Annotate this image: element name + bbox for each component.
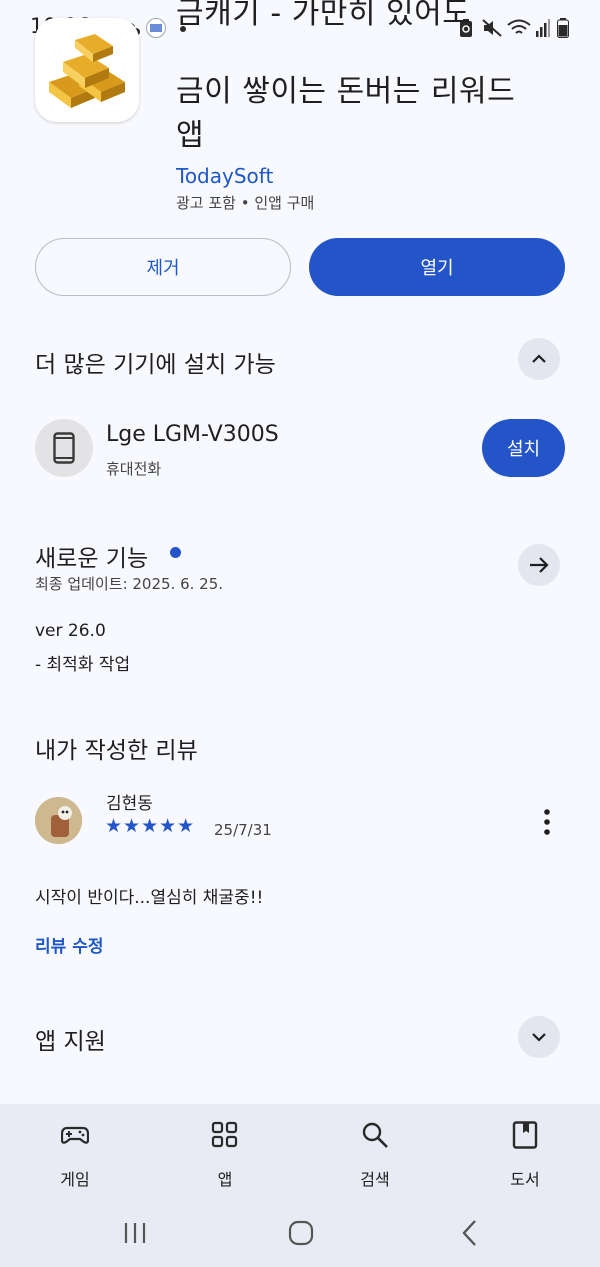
bottom-nav: 게임 앱 검색 도서 — [0, 1104, 600, 1204]
app-meta: 광고 포함 • 인앱 구매 — [176, 194, 315, 212]
expand-button[interactable] — [518, 1016, 560, 1058]
recent-apps-button[interactable] — [120, 1220, 150, 1246]
apps-grid-icon — [211, 1121, 238, 1148]
avatar — [35, 797, 82, 844]
gold-bars-icon — [35, 18, 139, 122]
chevron-down-icon — [532, 1033, 546, 1042]
app-title-line2: 앱 — [176, 118, 205, 153]
version-text: ver 26.0 — [35, 621, 106, 641]
arrow-right-icon — [530, 557, 549, 573]
nav-label-games: 게임 — [60, 1170, 90, 1189]
install-button[interactable]: 설치 — [482, 419, 565, 477]
review-text: 시작이 반이다...열심히 채굴중!! — [35, 888, 264, 908]
back-button[interactable] — [458, 1218, 482, 1248]
more-devices-title: 더 많은 기기에 설치 가능 — [35, 352, 276, 378]
nav-label-apps: 앱 — [217, 1170, 233, 1189]
chevron-up-icon — [532, 354, 546, 363]
screenshot-thumb-icon — [146, 18, 166, 38]
collapse-button[interactable] — [518, 338, 560, 380]
gamepad-icon — [61, 1126, 89, 1144]
app-title-line1: 금이 쌓이는 돈버는 리워드 — [176, 74, 516, 109]
more-vert-icon — [544, 809, 550, 835]
reviewer-name: 김현동 — [106, 794, 153, 814]
wifi-icon — [507, 19, 531, 37]
phone-icon — [53, 432, 75, 464]
device-avatar — [35, 419, 93, 477]
nav-label-books: 도서 — [510, 1170, 540, 1189]
book-icon — [512, 1121, 538, 1149]
app-title-partial: 금캐기 - 가만히 있어도 — [176, 0, 471, 31]
home-icon — [288, 1220, 314, 1246]
nav-item-search[interactable]: 검색 — [320, 1104, 430, 1204]
new-indicator-dot — [170, 547, 181, 558]
signal-icon — [536, 19, 550, 37]
device-type: 휴대전화 — [106, 460, 162, 478]
nav-item-games[interactable]: 게임 — [20, 1104, 130, 1204]
search-icon — [362, 1122, 388, 1148]
my-review-title: 내가 작성한 리뷰 — [35, 738, 198, 764]
home-button[interactable] — [287, 1219, 315, 1247]
version-note: - 최적화 작업 — [35, 655, 131, 675]
battery-icon — [557, 18, 569, 38]
mute-icon — [482, 19, 502, 37]
back-icon — [462, 1220, 476, 1246]
uninstall-button[interactable]: 제거 — [35, 238, 291, 296]
device-name: Lge LGM-V300S — [106, 422, 279, 447]
more-options-button[interactable] — [537, 808, 557, 836]
system-nav-bar — [0, 1204, 600, 1267]
edit-review-link[interactable]: 리뷰 수정 — [35, 932, 103, 957]
nav-label-search: 검색 — [360, 1170, 390, 1189]
last-updated: 최종 업데이트: 2025. 6. 25. — [35, 575, 224, 593]
open-button[interactable]: 열기 — [309, 238, 565, 296]
recents-icon — [124, 1223, 146, 1243]
review-date: 25/7/31 — [214, 821, 272, 839]
whats-new-arrow-button[interactable] — [518, 544, 560, 586]
whats-new-title: 새로운 기능 — [35, 546, 149, 572]
nav-item-books[interactable]: 도서 — [470, 1104, 580, 1204]
nav-item-apps[interactable]: 앱 — [170, 1104, 280, 1204]
app-support-title: 앱 지원 — [35, 1029, 106, 1055]
star-rating: ★★★★★ — [105, 815, 196, 837]
developer-link[interactable]: TodaySoft — [176, 164, 273, 188]
